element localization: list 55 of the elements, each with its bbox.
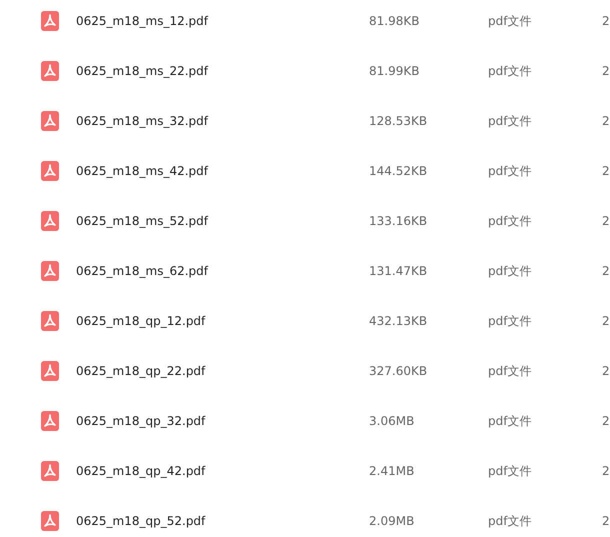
file-name[interactable]: 0625_m18_qp_32.pdf (76, 414, 369, 428)
pdf-file-icon (41, 161, 59, 181)
pdf-file-icon (41, 511, 59, 531)
table-cell: 2 (602, 14, 610, 28)
file-name[interactable]: 0625_m18_ms_12.pdf (76, 14, 369, 28)
file-size: 144.52KB (369, 164, 428, 178)
table-cell: 2 (602, 414, 610, 428)
file-type: pdf文件 (488, 312, 532, 330)
file-name[interactable]: 0625_m18_qp_22.pdf (76, 364, 369, 378)
file-name[interactable]: 0625_m18_ms_22.pdf (76, 64, 369, 78)
table-cell: 2 (602, 514, 610, 528)
pdf-file-icon (41, 111, 59, 131)
file-type: pdf文件 (488, 362, 532, 380)
table-cell: 2 (602, 164, 610, 178)
table-cell: 2 (602, 64, 610, 78)
file-type: pdf文件 (488, 512, 532, 530)
pdf-file-icon (41, 61, 59, 81)
file-name[interactable]: 0625_m18_qp_52.pdf (76, 514, 369, 528)
file-type: pdf文件 (488, 462, 532, 480)
file-size: 2.41MB (369, 464, 416, 478)
pdf-file-icon (41, 211, 59, 231)
table-cell: 2 (602, 364, 610, 378)
file-size: 133.16KB (369, 214, 428, 228)
file-size: 327.60KB (369, 364, 428, 378)
file-type: pdf文件 (488, 112, 532, 130)
table-cell: 2 (602, 114, 610, 128)
file-type: pdf文件 (488, 12, 532, 30)
file-type: pdf文件 (488, 162, 532, 180)
pdf-file-icon (41, 461, 59, 481)
file-size: 128.53KB (369, 114, 428, 128)
pdf-file-icon (41, 311, 59, 331)
file-name[interactable]: 0625_m18_ms_62.pdf (76, 264, 369, 278)
file-size: 131.47KB (369, 264, 428, 278)
file-name[interactable]: 0625_m18_ms_32.pdf (76, 114, 369, 128)
file-type: pdf文件 (488, 62, 532, 80)
table-cell: 2 (602, 314, 610, 328)
file-type: pdf文件 (488, 212, 532, 230)
file-name[interactable]: 0625_m18_ms_42.pdf (76, 164, 369, 178)
file-type: pdf文件 (488, 412, 532, 430)
file-name[interactable]: 0625_m18_qp_42.pdf (76, 464, 369, 478)
table-cell: 2 (602, 264, 610, 278)
file-name[interactable]: 0625_m18_ms_52.pdf (76, 214, 369, 228)
file-size: 432.13KB (369, 314, 428, 328)
file-size: 81.99KB (369, 64, 420, 78)
pdf-file-icon (41, 261, 59, 281)
table-cell: 2 (602, 214, 610, 228)
file-type: pdf文件 (488, 262, 532, 280)
table-cell: 2 (602, 464, 610, 478)
file-name[interactable]: 0625_m18_qp_12.pdf (76, 314, 369, 328)
file-size: 3.06MB (369, 414, 416, 428)
pdf-file-icon (41, 361, 59, 381)
file-size: 81.98KB (369, 14, 420, 28)
pdf-file-icon (41, 411, 59, 431)
file-size: 2.09MB (369, 514, 416, 528)
pdf-file-icon (41, 11, 59, 31)
